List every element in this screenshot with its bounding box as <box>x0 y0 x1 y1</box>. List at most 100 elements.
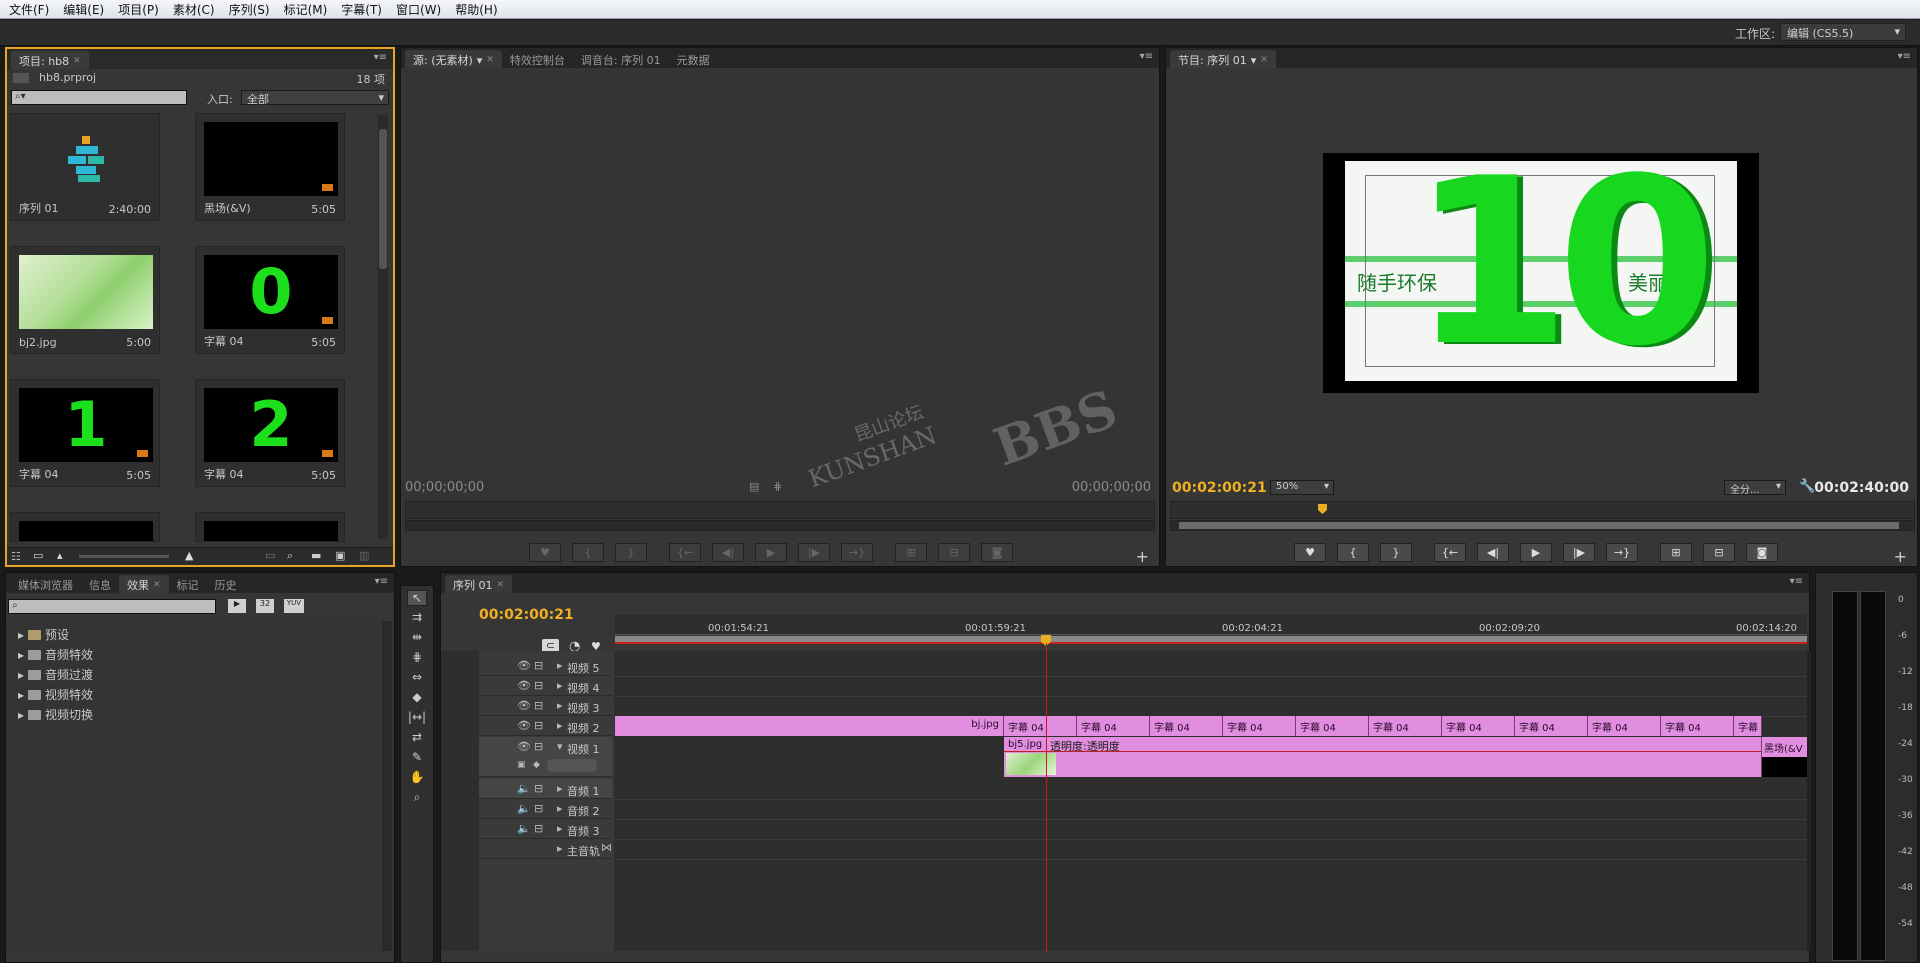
icon-view-icon[interactable]: ▭ <box>33 549 43 562</box>
opacity-line[interactable] <box>1004 751 1761 752</box>
zoom-out-icon[interactable]: ▴ <box>57 549 63 562</box>
eye-icon[interactable]: 👁 <box>517 740 531 753</box>
project-item-title[interactable]: 0 字幕 04 5:05 <box>195 246 345 354</box>
export-frame-button[interactable]: ◙ <box>981 543 1013 562</box>
extract-button[interactable]: ⊟ <box>1703 543 1735 562</box>
mark-out-button[interactable]: } <box>1380 543 1412 562</box>
tab-audio-mixer[interactable]: 调音台: 序列 01 <box>573 50 669 68</box>
source-time-ruler[interactable] <box>405 501 1155 519</box>
effects-scrollbar[interactable] <box>382 621 392 951</box>
workspace-select[interactable]: 编辑 (CS5.5) <box>1780 23 1906 41</box>
clip-v2-title[interactable]: 字幕 04 <box>1661 716 1734 736</box>
step-forward-button[interactable]: |▶ <box>1563 543 1595 562</box>
lock-icon[interactable]: ⊟ <box>534 822 543 835</box>
chevron-right-icon[interactable]: ▸ <box>557 699 563 712</box>
clip-v1-black[interactable]: 黑场(&V <box>1762 737 1807 757</box>
clip-v2-title[interactable]: 字幕 04 <box>1442 716 1515 736</box>
close-icon[interactable]: ✕ <box>486 55 494 65</box>
zoom-slider[interactable] <box>79 555 169 558</box>
clip-v2-title[interactable]: 字幕 04 <box>1588 716 1661 736</box>
tree-item-presets[interactable]: ▸ 预设 <box>18 626 69 643</box>
chevron-right-icon[interactable]: ▸ <box>557 782 563 795</box>
chevron-right-icon[interactable]: ▸ <box>557 842 563 855</box>
zoom-tool-icon[interactable]: ⌕ <box>407 790 427 806</box>
clip-v2-bj[interactable]: bj.jpg <box>615 716 1004 736</box>
close-icon[interactable]: ✕ <box>497 580 505 590</box>
track-header-v1[interactable]: 👁 ⊟ ▾ 视频 1 ▣ ◆ <box>479 737 612 777</box>
timeline-ruler[interactable]: 00:01:54:21 00:01:59:21 00:02:04:21 00:0… <box>615 615 1807 635</box>
close-icon[interactable]: ✕ <box>73 56 81 66</box>
add-button-icon[interactable]: + <box>1136 547 1149 566</box>
rolling-edit-tool-icon[interactable]: ⋕ <box>407 650 427 666</box>
clip-v2-title[interactable]: 字幕 04 <box>1004 716 1077 736</box>
step-forward-button[interactable]: |▶ <box>798 543 830 562</box>
automate-icon[interactable]: ▭ <box>265 549 275 562</box>
chevron-right-icon[interactable]: ▸ <box>557 822 563 835</box>
timeline-scrollbar[interactable] <box>1807 651 1811 951</box>
speaker-icon[interactable]: 🔈 <box>517 822 531 835</box>
clip-v2-title[interactable]: 字幕 04 <box>1223 716 1296 736</box>
rate-stretch-tool-icon[interactable]: ⇔ <box>407 670 427 686</box>
chevron-right-icon[interactable]: ▸ <box>557 719 563 732</box>
track-header-a1[interactable]: 🔈 ⊟ ▸ 音频 1 <box>479 779 612 799</box>
panel-menu-icon[interactable]: ▾≡ <box>1898 51 1911 62</box>
track-header-a3[interactable]: 🔈 ⊟ ▸ 音频 3 <box>479 819 612 839</box>
source-scroll-bar[interactable] <box>405 520 1155 531</box>
playhead-icon[interactable] <box>1318 504 1327 514</box>
eye-icon[interactable]: 👁 <box>517 679 531 692</box>
track-header-v3[interactable]: 👁 ⊟ ▸ 视频 3 <box>479 696 612 716</box>
hand-tool-icon[interactable]: ✋ <box>407 770 427 786</box>
slide-tool-icon[interactable]: ⇄ <box>407 730 427 746</box>
search-input[interactable]: ⌕▾ <box>11 90 187 105</box>
tab-info[interactable]: 信息 <box>81 575 119 593</box>
eye-icon[interactable]: 👁 <box>517 659 531 672</box>
master-link-icon[interactable]: ⋈ <box>601 841 612 854</box>
panel-menu-icon[interactable]: ▾≡ <box>374 52 387 63</box>
step-back-button[interactable]: ◀| <box>1477 543 1509 562</box>
clip-v2-title[interactable]: 字幕 04 <box>1369 716 1442 736</box>
trash-icon[interactable]: ▥ <box>359 549 369 562</box>
close-icon[interactable]: ✕ <box>1260 55 1268 65</box>
pen-tool-icon[interactable]: ✎ <box>407 750 427 766</box>
selection-tool-icon[interactable]: ↖ <box>407 590 427 606</box>
clip-v2-title[interactable]: 字幕 04 <box>1077 716 1150 736</box>
goto-out-button[interactable]: →} <box>1606 543 1638 562</box>
track-header-a2[interactable]: 🔈 ⊟ ▸ 音频 2 <box>479 799 612 819</box>
slip-tool-icon[interactable]: |↔| <box>407 710 427 726</box>
tab-effects[interactable]: 效果 ✕ <box>119 575 169 593</box>
project-item-title[interactable]: 2 字幕 04 5:05 <box>195 379 345 487</box>
add-marker-button[interactable]: ♥ <box>1294 543 1326 562</box>
tab-project[interactable]: 项目: hb8 ✕ <box>11 51 89 69</box>
effects-search-input[interactable]: ⌕ <box>8 599 216 614</box>
lock-icon[interactable]: ⊟ <box>534 782 543 795</box>
menu-edit[interactable]: 编辑(E) <box>56 1 111 18</box>
source-settings-icon[interactable]: ▤ <box>749 480 759 493</box>
tree-item-audio-transitions[interactable]: ▸ 音频过渡 <box>18 666 93 683</box>
clip-v2-title[interactable]: 字幕 04 <box>1296 716 1369 736</box>
clip-v1-bj5[interactable]: bj5.jpg 透明度:透明度 <box>1004 737 1762 777</box>
yuv-effects-icon[interactable]: YUV <box>284 599 304 613</box>
insert-button[interactable]: ⊞ <box>895 543 927 562</box>
menu-clip[interactable]: 素材(C) <box>166 1 222 18</box>
program-zoom-bar[interactable] <box>1170 520 1915 531</box>
wrench-icon[interactable]: 🔧 <box>1799 479 1815 494</box>
work-area-bar[interactable] <box>615 636 1807 644</box>
find-icon[interactable]: ⌕ <box>287 549 293 563</box>
menu-title[interactable]: 字幕(T) <box>334 1 389 18</box>
lock-icon[interactable]: ⊟ <box>534 659 543 672</box>
mark-in-button[interactable]: { <box>572 543 604 562</box>
track-header-master[interactable]: ▸ 主音轨 ⋈ <box>479 839 612 859</box>
add-button-icon[interactable]: + <box>1894 547 1907 566</box>
timeline-timecode[interactable]: 00:02:00:21 <box>479 607 574 623</box>
clip-v2-title[interactable]: 字幕 04 <box>1515 716 1588 736</box>
tab-source[interactable]: 源: (无素材) ▾ ✕ <box>405 50 502 68</box>
tab-sequence[interactable]: 序列 01 ✕ <box>445 575 513 593</box>
panel-menu-icon[interactable]: ▾≡ <box>375 576 388 587</box>
track-select-tool-icon[interactable]: ⇉ <box>407 610 427 626</box>
chevron-right-icon[interactable]: ▸ <box>557 659 563 672</box>
menu-project[interactable]: 项目(P) <box>111 1 166 18</box>
chevron-right-icon[interactable]: ▸ <box>557 802 563 815</box>
project-item-title[interactable]: 1 字幕 04 5:05 <box>10 379 160 487</box>
chevron-down-icon[interactable]: ▾ <box>557 740 563 753</box>
tab-program[interactable]: 节目: 序列 01 ▾ ✕ <box>1170 50 1276 68</box>
